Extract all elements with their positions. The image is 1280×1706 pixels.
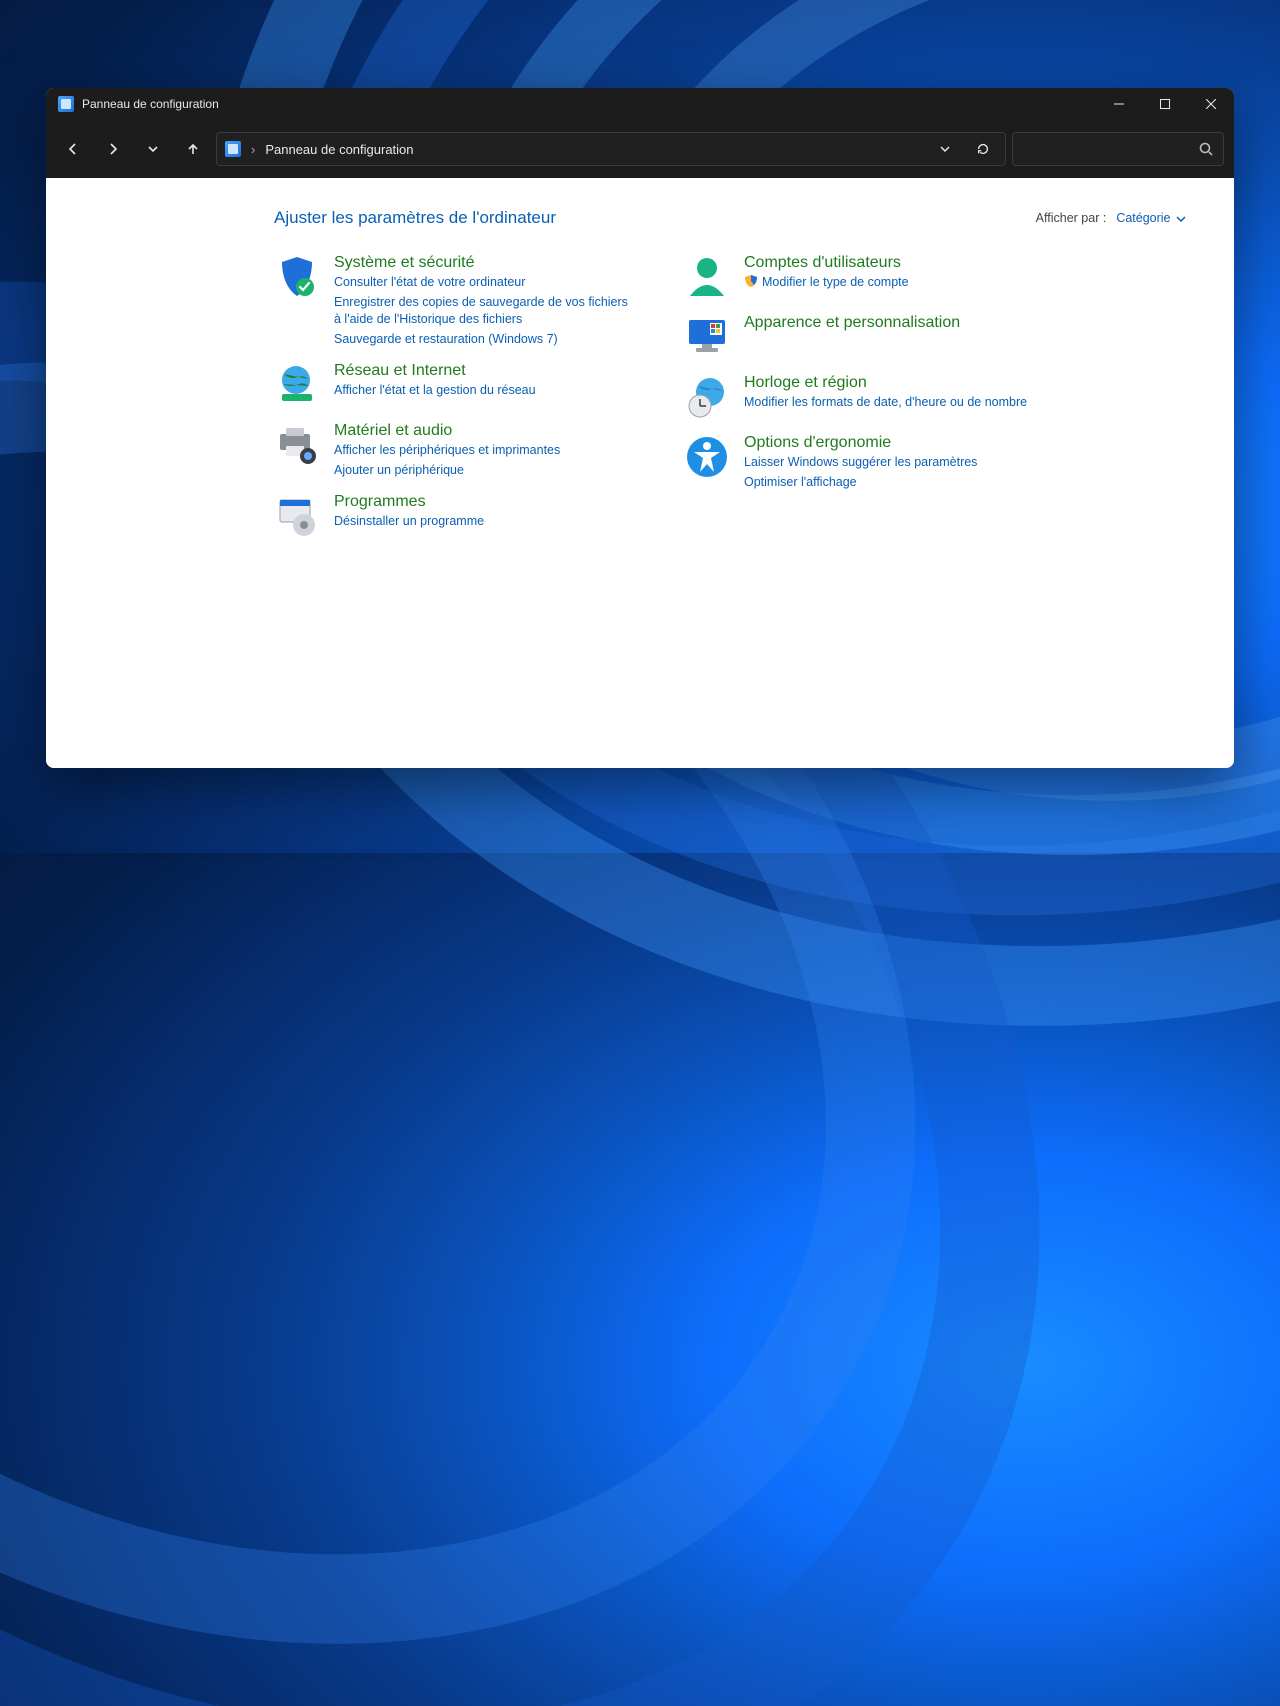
category-appearance: Apparence et personnalisation	[684, 314, 1064, 360]
close-button[interactable]	[1188, 88, 1234, 120]
category-title[interactable]: Horloge et région	[744, 374, 1027, 392]
uac-shield-icon	[744, 274, 758, 288]
titlebar: Panneau de configuration	[46, 88, 1234, 120]
maximize-button[interactable]	[1142, 88, 1188, 120]
refresh-button[interactable]	[969, 135, 997, 163]
sublink[interactable]: Modifier le type de compte	[744, 274, 909, 292]
up-button[interactable]	[176, 132, 210, 166]
sublink[interactable]: Consulter l'état de votre ordinateur	[334, 274, 634, 292]
chevron-down-icon	[1176, 214, 1186, 224]
user-icon	[684, 254, 730, 300]
control-panel-icon	[225, 141, 241, 157]
toolbar: › Panneau de configuration	[46, 120, 1234, 178]
view-by-label: Afficher par :	[1036, 211, 1107, 225]
page-title: Ajuster les paramètres de l'ordinateur	[274, 208, 556, 228]
category-system-security: Système et sécurité Consulter l'état de …	[274, 254, 634, 348]
sublink[interactable]: Afficher l'état et la gestion du réseau	[334, 382, 536, 400]
globe-icon	[274, 362, 320, 408]
forward-button[interactable]	[96, 132, 130, 166]
search-input[interactable]	[1023, 142, 1199, 157]
view-by-dropdown[interactable]: Catégorie	[1116, 211, 1186, 225]
sublink[interactable]: Modifier les formats de date, d'heure ou…	[744, 394, 1027, 412]
back-button[interactable]	[56, 132, 90, 166]
category-hardware-sound: Matériel et audio Afficher les périphéri…	[274, 422, 634, 479]
search-icon	[1199, 142, 1213, 156]
category-clock-region: Horloge et région Modifier les formats d…	[684, 374, 1064, 420]
sublink[interactable]: Laisser Windows suggérer les paramètres	[744, 454, 977, 472]
sublink[interactable]: Désinstaller un programme	[334, 513, 484, 531]
sublink[interactable]: Enregistrer des copies de sauvegarde de …	[334, 294, 634, 329]
view-by: Afficher par : Catégorie	[1036, 211, 1186, 225]
category-network-internet: Réseau et Internet Afficher l'état et la…	[274, 362, 634, 408]
app-icon	[58, 96, 74, 112]
sublink[interactable]: Ajouter un périphérique	[334, 462, 560, 480]
address-dropdown[interactable]	[931, 135, 959, 163]
control-panel-window: Panneau de configuration › Panneau de co…	[46, 88, 1234, 768]
minimize-button[interactable]	[1096, 88, 1142, 120]
shield-icon	[274, 254, 320, 300]
right-column: Comptes d'utilisateurs Modifier le type …	[684, 254, 1064, 539]
address-bar[interactable]: › Panneau de configuration	[216, 132, 1006, 166]
category-title[interactable]: Matériel et audio	[334, 422, 560, 440]
category-title[interactable]: Comptes d'utilisateurs	[744, 254, 909, 272]
printer-icon	[274, 422, 320, 468]
sublink[interactable]: Afficher les périphériques et imprimante…	[334, 442, 560, 460]
accessibility-icon	[684, 434, 730, 480]
category-accessibility: Options d'ergonomie Laisser Windows sugg…	[684, 434, 1064, 491]
recent-dropdown[interactable]	[136, 132, 170, 166]
programs-icon	[274, 493, 320, 539]
breadcrumb-separator-icon: ›	[251, 142, 255, 157]
category-user-accounts: Comptes d'utilisateurs Modifier le type …	[684, 254, 1064, 300]
content-area: Ajuster les paramètres de l'ordinateur A…	[46, 178, 1234, 768]
category-title[interactable]: Système et sécurité	[334, 254, 634, 272]
window-title: Panneau de configuration	[82, 97, 219, 111]
clock-globe-icon	[684, 374, 730, 420]
search-box[interactable]	[1012, 132, 1224, 166]
sublink[interactable]: Optimiser l'affichage	[744, 474, 977, 492]
category-title[interactable]: Programmes	[334, 493, 484, 511]
category-title[interactable]: Apparence et personnalisation	[744, 314, 960, 332]
left-column: Système et sécurité Consulter l'état de …	[274, 254, 634, 539]
breadcrumb-item[interactable]: Panneau de configuration	[265, 142, 413, 157]
category-title[interactable]: Réseau et Internet	[334, 362, 536, 380]
monitor-icon	[684, 314, 730, 360]
sublink[interactable]: Sauvegarde et restauration (Windows 7)	[334, 331, 634, 349]
category-title[interactable]: Options d'ergonomie	[744, 434, 977, 452]
category-programs: Programmes Désinstaller un programme	[274, 493, 634, 539]
